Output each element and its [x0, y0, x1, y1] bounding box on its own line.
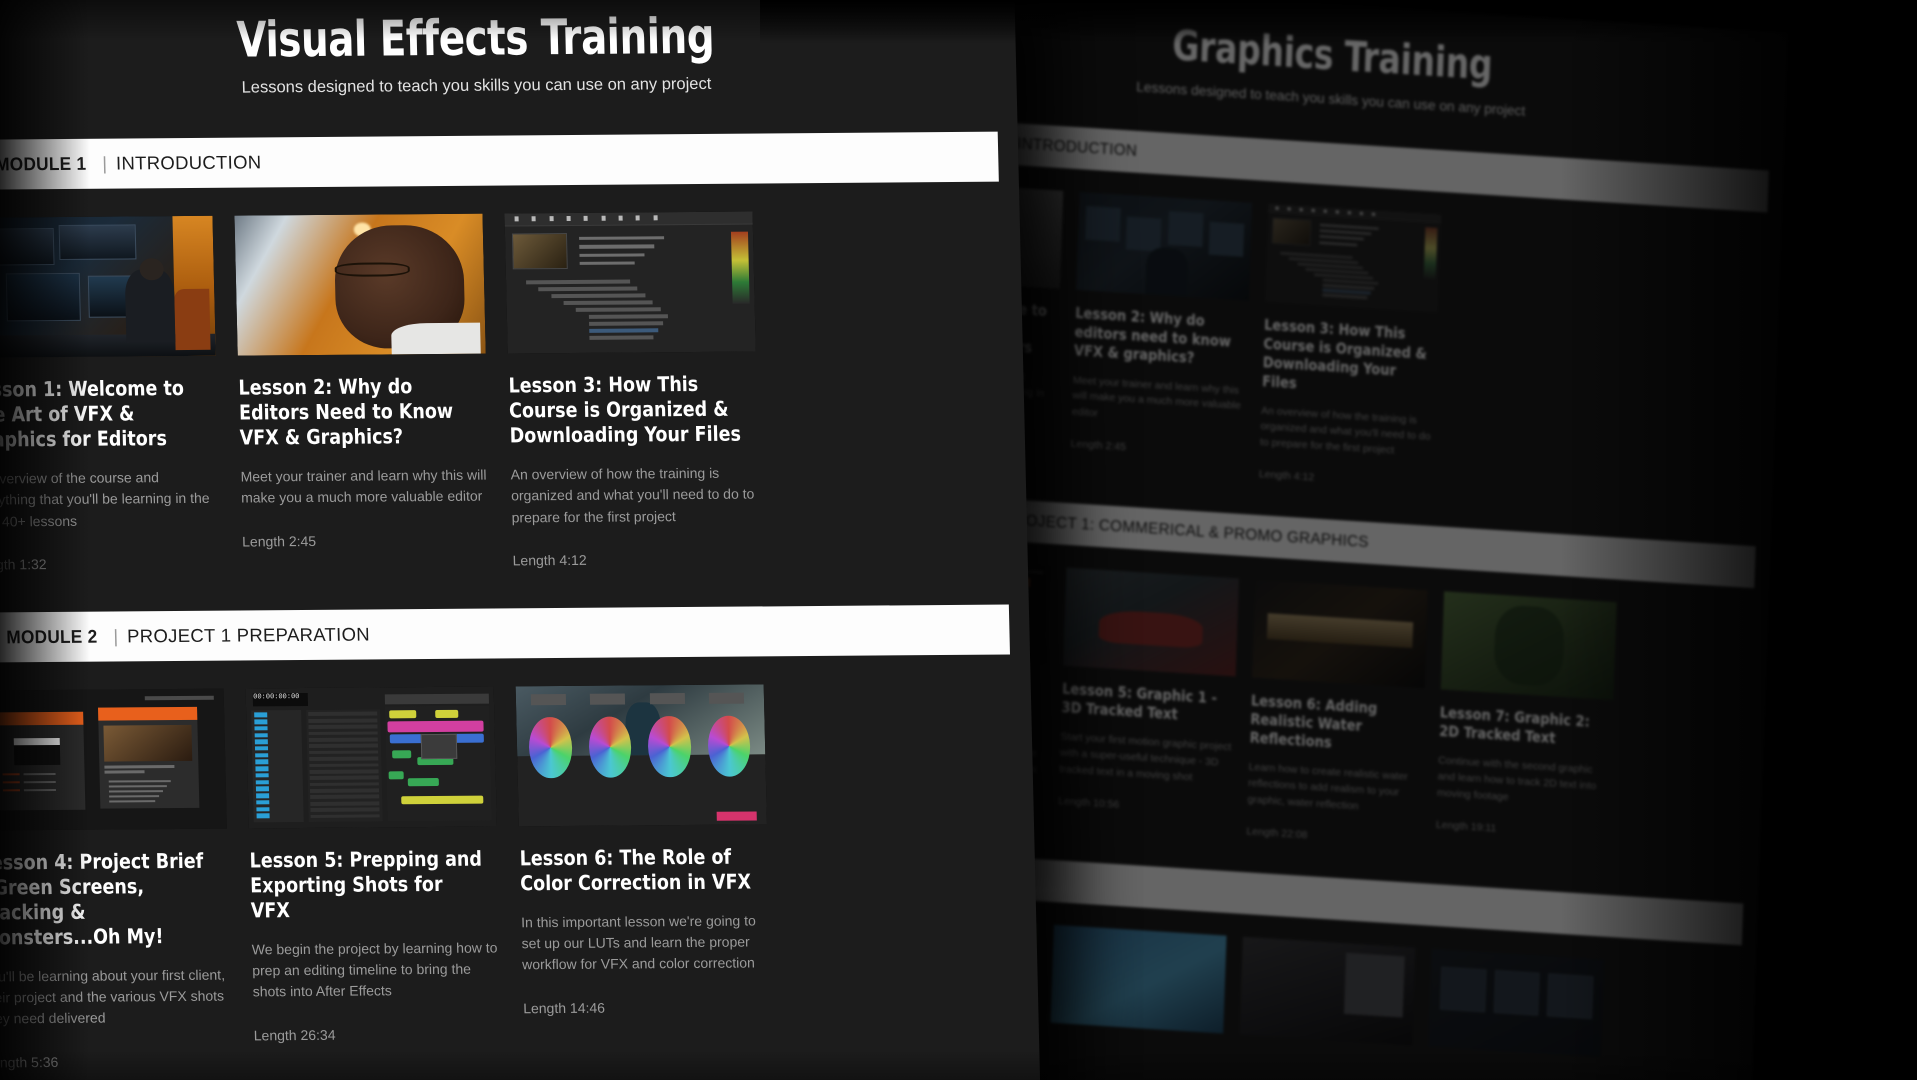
lesson-thumbnail[interactable] [234, 213, 486, 356]
edit-suite-thumbnail [0, 215, 216, 358]
lesson-length: Length 4:12 [512, 551, 587, 569]
foliage-thumbnail [1440, 591, 1617, 701]
lesson-description: Continue with the second graphic and lea… [1436, 753, 1597, 803]
lesson-length: Length 2:45 [241, 532, 317, 550]
lesson-length: Length 26:34 [253, 1026, 336, 1043]
module-separator: | [113, 625, 119, 647]
lesson-title[interactable]: Lesson 6: The Role of Color Correction i… [519, 844, 756, 896]
lesson-title[interactable] [1239, 1049, 1403, 1059]
project-brief-thumbnail [0, 688, 227, 831]
lesson-title[interactable]: Lesson 3: How This Course is Organized &… [1262, 316, 1429, 401]
lesson-card[interactable] [1238, 936, 1416, 1080]
lesson-thumbnail[interactable] [1062, 567, 1240, 677]
timeline-thumbnail: 00:00:00:00 [245, 686, 497, 829]
3d-text-thumbnail [1251, 579, 1429, 689]
lesson-title[interactable] [1050, 1037, 1214, 1047]
color-wheels-thumbnail [515, 684, 767, 827]
lesson-card[interactable]: Lesson 4: Project Brief - Green Screens,… [0, 688, 233, 1070]
lesson-thumbnail[interactable] [0, 688, 227, 831]
lesson-description: Learn how to create realistic water refl… [1247, 760, 1409, 812]
lesson-thumbnail[interactable] [1076, 191, 1253, 301]
lesson-thumbnail[interactable] [1239, 936, 1416, 1046]
lesson-title[interactable] [1428, 1061, 1592, 1071]
lesson-grid: Lesson 1: Welcome to The Art of VFX & Gr… [0, 181, 1028, 572]
screenshot-stage: Graphics Training Lessons designed to te… [0, 0, 1917, 1080]
lesson-description: An overview of the course and everything… [0, 469, 210, 529]
lesson-description [1427, 1072, 1600, 1080]
lesson-thumbnail[interactable] [1050, 924, 1227, 1034]
lesson-description: Meet your trainer and learn why this wil… [1071, 373, 1242, 419]
lesson-length: Length 19:11 [1435, 817, 1497, 834]
module-number: MODULE 2 [6, 625, 98, 648]
lesson-title[interactable]: Lesson 1: Welcome to The Art of VFX & Gr… [0, 376, 206, 453]
lesson-length: Length 10:56 [1058, 793, 1120, 810]
lesson-description: In this important lesson we're going to … [520, 912, 756, 973]
lesson-title[interactable]: Lesson 5: Prepping and Exporting Shots f… [249, 846, 486, 923]
lesson-thumbnail[interactable] [515, 684, 767, 827]
lesson-title[interactable]: Lesson 2: Why do editors need to know VF… [1074, 304, 1240, 370]
lesson-thumbnail[interactable]: 00:00:00:00 [245, 686, 497, 829]
lesson-description [1050, 1048, 1223, 1059]
visual-effects-training-page[interactable]: Visual Effects Training Lessons designed… [0, 0, 1048, 1080]
lesson-length: Length 14:46 [523, 999, 606, 1016]
front-module-list: MODULE 1 | INTRODUCTION Lesson 1: Welcome t… [0, 131, 1042, 1080]
front-page-header: Visual Effects Training Lessons designed… [0, 0, 1017, 100]
lesson-card[interactable]: Lesson 6: The Role of Color Correction i… [515, 684, 773, 1066]
lesson-title[interactable]: Lesson 4: Project Brief - Green Screens,… [0, 849, 217, 951]
front-page-subtitle: Lessons designed to teach you skills you… [241, 74, 712, 97]
lesson-title[interactable]: Lesson 5: Graphic 1 - 3D Tracked Text [1061, 680, 1226, 728]
module-name: INTRODUCTION [115, 151, 262, 174]
screens-thumbnail [1428, 948, 1605, 1058]
nle-project-panel-thumbnail [1264, 203, 1442, 313]
lesson-title[interactable]: Lesson 2: Why do Editors Need to Know VF… [238, 374, 475, 451]
lesson-grid: Lesson 4: Project Brief - Green Screens,… [0, 654, 1040, 1070]
lesson-title[interactable]: Lesson 6: Adding Realistic Water Reflect… [1249, 692, 1415, 758]
module-header-bar[interactable]: MODULE 1 | INTRODUCTION [0, 131, 999, 190]
lesson-thumbnail[interactable] [1428, 948, 1605, 1058]
lesson-thumbnail[interactable] [1251, 579, 1429, 689]
red-car-thumbnail [1062, 567, 1240, 677]
trainer-portrait-thumbnail [234, 213, 486, 356]
lesson-card[interactable]: Lesson 3: How This Course is Organized &… [504, 211, 760, 569]
nle-project-panel-thumbnail [504, 211, 756, 354]
front-page-title: Visual Effects Training [235, 7, 715, 69]
lesson-card[interactable]: Lesson 6: Adding Realistic Water Reflect… [1246, 579, 1429, 847]
lesson-card[interactable]: Lesson 7: Graphic 2: 2D Tracked Text Cont… [1435, 591, 1617, 859]
lesson-card[interactable] [1049, 924, 1227, 1076]
lesson-length: Length 4:12 [1258, 467, 1315, 483]
lesson-length: Length 2:45 [1070, 436, 1127, 453]
lesson-title[interactable]: Lesson 7: Graphic 2: 2D Tracked Text [1439, 704, 1604, 752]
lesson-card[interactable]: Lesson 1: Welcome to The Art of VFX & Gr… [0, 215, 221, 573]
lesson-thumbnail[interactable] [1264, 203, 1442, 313]
lesson-description: Start your first motion graphic project … [1059, 730, 1232, 783]
lesson-length: Length 22:08 [1246, 824, 1308, 841]
lesson-card[interactable] [1427, 948, 1605, 1080]
lesson-card[interactable]: 00:00:00:00 Lesson 5: Prepping and Export… [245, 686, 503, 1068]
lesson-title[interactable]: Lesson 3: How This Course is Organized &… [508, 372, 745, 449]
lesson-thumbnail[interactable] [504, 211, 756, 354]
lesson-length [1049, 1066, 1222, 1077]
lesson-length: Length 1:32 [0, 555, 47, 573]
lesson-thumbnail[interactable] [1440, 591, 1617, 701]
room-thumbnail [1239, 936, 1416, 1046]
blue-sky-thumbnail [1050, 924, 1227, 1034]
module-separator: | [101, 152, 108, 174]
lesson-description: An overview of how the training is organ… [510, 464, 755, 525]
lesson-description: We begin the project by learning how to … [251, 939, 498, 1000]
lesson-thumbnail[interactable] [0, 215, 216, 358]
lesson-length: Length 5:36 [0, 1053, 59, 1071]
module-name: INTRODUCTION [1016, 135, 1138, 160]
lesson-description: You'll be learning about your first clie… [0, 966, 226, 1027]
lesson-card[interactable]: Lesson 2: Why do Editors Need to Know VF… [234, 213, 490, 571]
edit-bay-thumbnail [1076, 191, 1253, 301]
lesson-card[interactable]: Lesson 5: Graphic 1 - 3D Tracked Text Sta… [1057, 567, 1240, 835]
lesson-description [1238, 1060, 1411, 1071]
module-name: PROJECT 1 PREPARATION [126, 623, 371, 647]
lesson-card[interactable]: Lesson 2: Why do editors need to know VF… [1070, 191, 1253, 479]
module-number: MODULE 1 [0, 152, 87, 175]
module-header-bar[interactable]: MODULE 2 | PROJECT 1 PREPARATION [0, 604, 1010, 663]
lesson-card[interactable]: Lesson 3: How This Course is Organized &… [1258, 203, 1442, 491]
lesson-description: Meet your trainer and learn why this wil… [240, 466, 487, 506]
lesson-description: An overview of how the training is organ… [1259, 403, 1431, 456]
